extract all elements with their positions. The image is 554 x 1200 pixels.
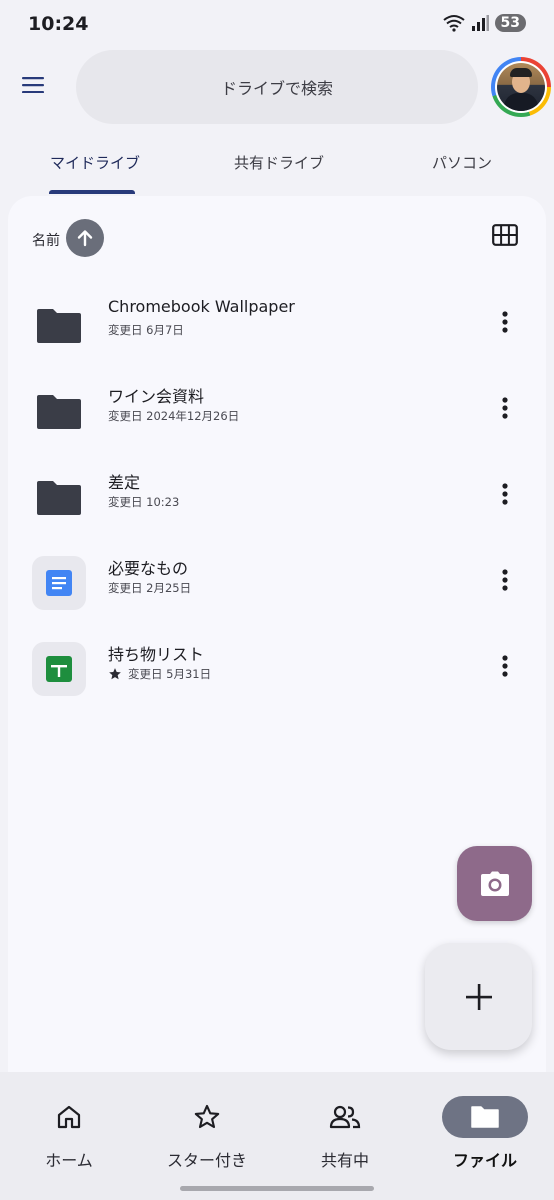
more-options-button[interactable] (490, 565, 520, 595)
more-options-button[interactable] (490, 479, 520, 509)
folder-icon (32, 384, 86, 438)
folder-icon (32, 470, 86, 524)
file-row[interactable]: 必要なもの 変更日 2月25日 (8, 549, 546, 635)
file-name: ワイン会資料 (108, 387, 205, 406)
sort-label[interactable]: 名前 (32, 230, 60, 250)
file-name: 差定 (108, 473, 141, 492)
docs-icon (32, 556, 86, 610)
nav-icon-container (164, 1096, 250, 1138)
file-modified: 変更日 2024年12月26日 (108, 409, 240, 423)
scan-camera-button[interactable] (457, 846, 532, 921)
nav-icon-container (442, 1096, 528, 1138)
menu-button[interactable] (18, 70, 48, 100)
file-row[interactable]: ワイン会資料 変更日 2024年12月26日 (8, 377, 546, 463)
star-icon (194, 1104, 220, 1129)
camera-icon (480, 871, 509, 896)
people-icon (329, 1105, 361, 1129)
nav-label: スター付き (166, 1151, 247, 1170)
sort-direction-button[interactable] (66, 219, 104, 257)
wifi-icon (442, 15, 465, 32)
file-row[interactable]: 持ち物リスト 変更日 5月31日 (8, 635, 546, 721)
nav-label: ホーム (45, 1151, 93, 1170)
grid-view-button[interactable] (492, 224, 520, 252)
more-vert-icon (502, 655, 508, 677)
more-vert-icon (502, 397, 508, 419)
nav-home[interactable]: ホーム (0, 1092, 138, 1172)
drive-tabs: マイドライブ 共有ドライブ パソコン (0, 130, 554, 194)
tab-indicator (49, 190, 135, 194)
folder-icon (32, 298, 86, 352)
more-vert-icon (502, 311, 508, 333)
hamburger-icon (22, 77, 44, 93)
avatar-frame (495, 61, 547, 113)
grid-view-icon (492, 224, 518, 246)
tab-my-drive[interactable]: マイドライブ (50, 152, 140, 173)
nav-icon-container (26, 1096, 112, 1138)
more-options-button[interactable] (490, 307, 520, 337)
home-indicator[interactable] (180, 1186, 374, 1191)
plus-icon (465, 983, 492, 1010)
signal-icon (471, 15, 489, 31)
battery-badge: 53 (494, 14, 526, 32)
status-icons: 53 (442, 14, 526, 32)
file-row[interactable]: Chromebook Wallpaper 変更日 6月7日 (8, 291, 546, 377)
sheets-icon (32, 642, 86, 696)
more-vert-icon (502, 483, 508, 505)
starred-icon (109, 668, 121, 680)
new-button[interactable] (425, 943, 532, 1050)
avatar (497, 63, 545, 111)
more-options-button[interactable] (490, 393, 520, 423)
folder-icon (471, 1106, 499, 1128)
search-placeholder: ドライブで検索 (220, 79, 333, 98)
more-vert-icon (502, 569, 508, 591)
search-bar[interactable]: ドライブで検索 (76, 50, 478, 124)
status-time: 10:24 (28, 13, 89, 35)
nav-files[interactable]: ファイル (416, 1092, 554, 1172)
tab-computers[interactable]: パソコン (432, 152, 492, 173)
arrow-up-icon (77, 230, 93, 247)
bottom-navigation: ホーム スター付き 共有中 ファイル (0, 1072, 554, 1200)
nav-label: 共有中 (320, 1151, 369, 1170)
tab-shared-drives[interactable]: 共有ドライブ (234, 152, 324, 173)
file-modified: 変更日 6月7日 (108, 323, 184, 337)
file-name: Chromebook Wallpaper (108, 297, 295, 316)
account-avatar-button[interactable] (491, 57, 551, 117)
file-modified: 変更日 2月25日 (108, 581, 192, 595)
file-name: 必要なもの (108, 559, 189, 578)
nav-icon-container (302, 1096, 388, 1138)
nav-shared[interactable]: 共有中 (276, 1092, 414, 1172)
more-options-button[interactable] (490, 651, 520, 681)
file-name: 持ち物リスト (108, 645, 205, 664)
nav-label: ファイル (452, 1151, 517, 1170)
file-row[interactable]: 差定 変更日 10:23 (8, 463, 546, 549)
status-bar: 10:24 53 (0, 0, 554, 50)
home-icon (57, 1105, 81, 1129)
file-modified: 変更日 10:23 (108, 495, 180, 509)
nav-starred[interactable]: スター付き (138, 1092, 276, 1172)
file-modified: 変更日 5月31日 (108, 666, 211, 682)
